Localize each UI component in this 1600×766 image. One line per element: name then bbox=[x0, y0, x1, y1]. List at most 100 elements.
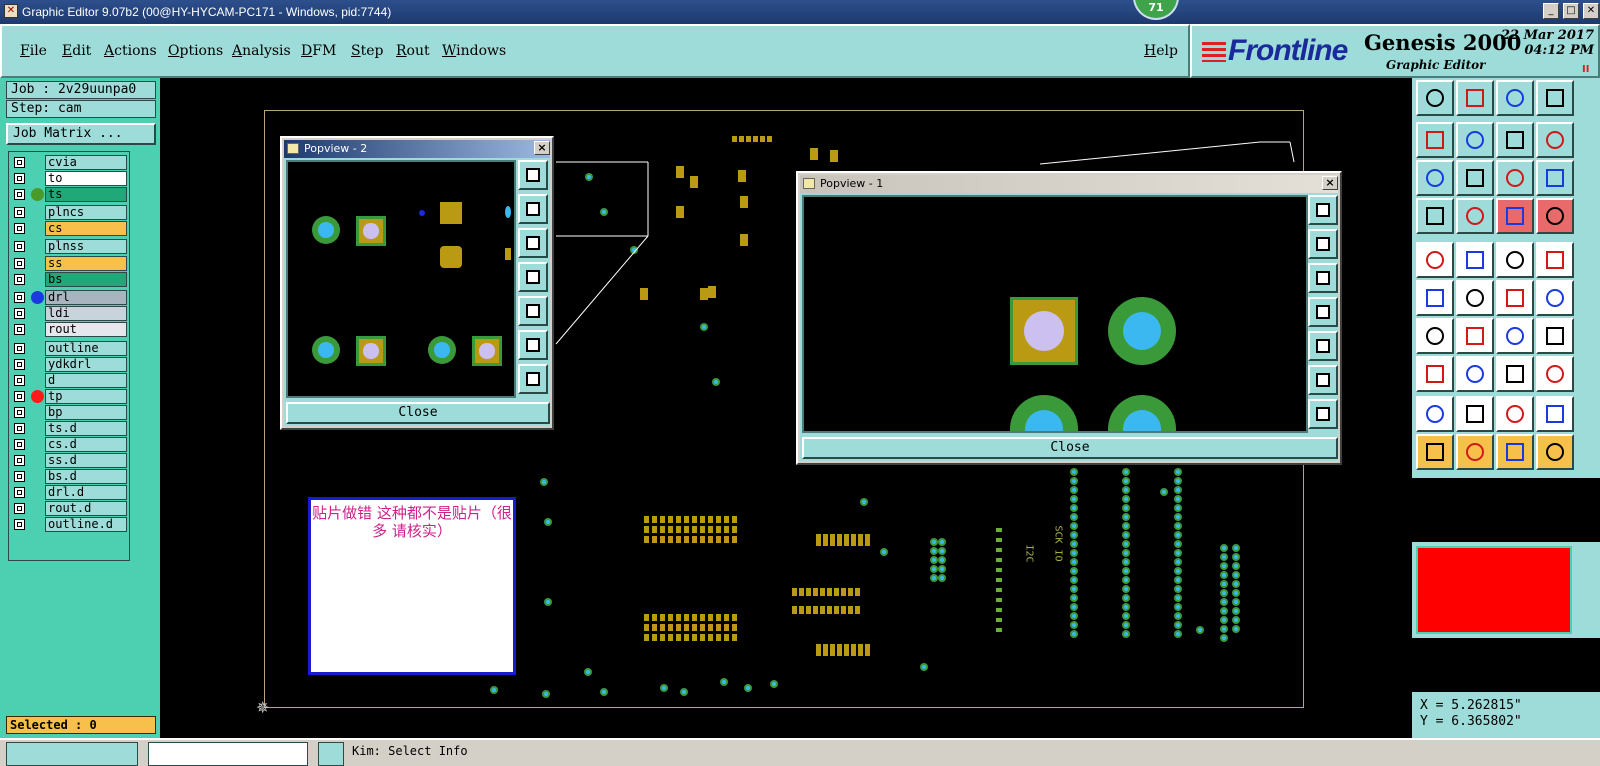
layer-checkbox[interactable] bbox=[14, 324, 25, 335]
layer-name[interactable]: to bbox=[45, 171, 127, 186]
connect-tool-button[interactable] bbox=[1416, 280, 1454, 316]
layer-row-ss[interactable]: ss bbox=[11, 256, 129, 271]
zoom-down-tool-button[interactable] bbox=[1456, 80, 1494, 116]
center-tool-button[interactable] bbox=[1496, 356, 1534, 392]
popview-1-titlebar[interactable]: Popview - 1 bbox=[800, 175, 1338, 193]
layer-name[interactable]: outline.d bbox=[45, 517, 127, 532]
menu-rout[interactable]: Rout bbox=[396, 43, 430, 59]
mirror-tool-button[interactable] bbox=[1536, 318, 1574, 354]
layer-name[interactable]: plncs bbox=[45, 205, 127, 220]
popview-2-titlebar[interactable]: Popview - 2 bbox=[284, 140, 550, 158]
layer-row-bs-d[interactable]: bs.d bbox=[11, 469, 129, 484]
menu-actions[interactable]: Actions bbox=[104, 43, 157, 59]
pointer-fill-tool-button[interactable] bbox=[1496, 434, 1534, 470]
layer-name[interactable]: ydkdrl bbox=[45, 357, 127, 372]
tri-b-tool-button[interactable] bbox=[1456, 396, 1494, 432]
layer-checkbox[interactable] bbox=[14, 407, 25, 418]
maximize-button[interactable]: □ bbox=[1563, 3, 1579, 19]
layer-row-d[interactable]: d bbox=[11, 373, 129, 388]
popview-1-window[interactable]: Popview - 1 × Close bbox=[796, 171, 1342, 465]
popview-pan-down-button[interactable] bbox=[518, 228, 548, 258]
layer-row-ldi[interactable]: ldi bbox=[11, 306, 129, 321]
layer-name[interactable]: ts bbox=[45, 187, 127, 202]
menu-step[interactable]: Step bbox=[351, 43, 383, 59]
pointer-tool-button[interactable] bbox=[1416, 434, 1454, 470]
measure-tool-button[interactable] bbox=[1416, 198, 1454, 234]
layer-row-bs[interactable]: bs bbox=[11, 272, 129, 287]
layer-name[interactable]: tp bbox=[45, 389, 127, 404]
layer-checkbox[interactable] bbox=[14, 439, 25, 450]
zoom-query-tool-button[interactable] bbox=[1536, 160, 1574, 196]
layer-name[interactable]: bs bbox=[45, 272, 127, 287]
layer-checkbox[interactable] bbox=[14, 207, 25, 218]
layer-checkbox[interactable] bbox=[14, 258, 25, 269]
popview-2-view[interactable] bbox=[286, 160, 516, 398]
layer-row-outline[interactable]: outline bbox=[11, 341, 129, 356]
zoom-window-tool-button[interactable] bbox=[1536, 80, 1574, 116]
menu-analysis[interactable]: Analysis bbox=[232, 43, 291, 59]
command-button[interactable] bbox=[318, 742, 344, 766]
layer-row-to[interactable]: to bbox=[11, 171, 129, 186]
tri-c-tool-button[interactable] bbox=[1496, 396, 1534, 432]
snap-layer-tool-button[interactable] bbox=[1496, 198, 1534, 234]
popview-2-window[interactable]: Popview - 2 × Close bbox=[280, 136, 554, 430]
layer-checkbox[interactable] bbox=[14, 157, 25, 168]
zoom-right-tool-button[interactable] bbox=[1456, 122, 1494, 158]
layer-row-drl[interactable]: drl bbox=[11, 290, 129, 305]
layer-name[interactable]: cs bbox=[45, 221, 127, 236]
layer-checkbox[interactable] bbox=[14, 391, 25, 402]
layer-checkbox[interactable] bbox=[14, 292, 25, 303]
layer-checkbox[interactable] bbox=[14, 487, 25, 498]
layer-checkbox[interactable] bbox=[14, 423, 25, 434]
layer-name[interactable]: plnss bbox=[45, 239, 127, 254]
zoom-left-tool-button[interactable] bbox=[1416, 122, 1454, 158]
layer-row-ts-d[interactable]: ts.d bbox=[11, 421, 129, 436]
layer-row-ydkdrl[interactable]: ydkdrl bbox=[11, 357, 129, 372]
cross-tool-button[interactable] bbox=[1456, 280, 1494, 316]
layer-checkbox[interactable] bbox=[14, 359, 25, 370]
layer-checkbox[interactable] bbox=[14, 455, 25, 466]
tri-a-tool-button[interactable] bbox=[1416, 396, 1454, 432]
rotate-tool-button[interactable] bbox=[1496, 318, 1534, 354]
layer-checkbox[interactable] bbox=[14, 223, 25, 234]
popview-pan-up-button[interactable] bbox=[518, 194, 548, 224]
layer-row-drl-d[interactable]: drl.d bbox=[11, 485, 129, 500]
popview-pan-up-button[interactable] bbox=[1308, 229, 1338, 259]
layer-row-rout[interactable]: rout bbox=[11, 322, 129, 337]
popview-1-close-x-button[interactable]: × bbox=[1322, 176, 1338, 190]
layer-checkbox[interactable] bbox=[14, 471, 25, 482]
layer-checkbox[interactable] bbox=[14, 173, 25, 184]
zoom-home-tool-button[interactable] bbox=[1416, 80, 1454, 116]
job-matrix-button[interactable]: Job Matrix ... bbox=[6, 123, 156, 145]
zoom-fit-tool-button[interactable] bbox=[1416, 160, 1454, 196]
annotation-note[interactable]: 贴片做错 这种都不是贴片（很多 请核实） bbox=[308, 497, 516, 675]
zoom-back-tool-button[interactable] bbox=[1496, 122, 1534, 158]
minimize-button[interactable]: _ bbox=[1543, 3, 1559, 19]
command-input[interactable] bbox=[148, 742, 308, 766]
menu-options[interactable]: Options bbox=[168, 43, 223, 59]
break-tool-button[interactable] bbox=[1456, 356, 1494, 392]
menu-windows[interactable]: Windows bbox=[442, 43, 506, 59]
popview-1-view[interactable] bbox=[802, 195, 1308, 433]
layer-checkbox[interactable] bbox=[14, 189, 25, 200]
layer-checkbox[interactable] bbox=[14, 274, 25, 285]
popview-pan-right-button[interactable] bbox=[518, 296, 548, 326]
layer-checkbox[interactable] bbox=[14, 241, 25, 252]
net-pointer-tool-button[interactable] bbox=[1536, 434, 1574, 470]
popview-pan-left-button[interactable] bbox=[518, 262, 548, 292]
grid-tool-button[interactable] bbox=[1456, 198, 1494, 234]
move-arrow-tool-button[interactable] bbox=[1536, 280, 1574, 316]
layer-name[interactable]: bs.d bbox=[45, 469, 127, 484]
zoom-house-tool-button[interactable] bbox=[1496, 80, 1534, 116]
layer-name[interactable]: cs.d bbox=[45, 437, 127, 452]
popview-pan-down-button[interactable] bbox=[1308, 263, 1338, 293]
menu-edit[interactable]: Edit bbox=[62, 43, 91, 59]
draw-line2-tool-button[interactable] bbox=[1456, 318, 1494, 354]
layer-name[interactable]: ss.d bbox=[45, 453, 127, 468]
add-pad-tool-button[interactable] bbox=[1416, 242, 1454, 278]
layer-name[interactable]: drl bbox=[45, 290, 127, 305]
popview-1-close-button[interactable]: Close bbox=[802, 437, 1338, 459]
move-point-tool-button[interactable] bbox=[1496, 280, 1534, 316]
layer-checkbox[interactable] bbox=[14, 503, 25, 514]
popview-pan-left-button[interactable] bbox=[1308, 297, 1338, 327]
